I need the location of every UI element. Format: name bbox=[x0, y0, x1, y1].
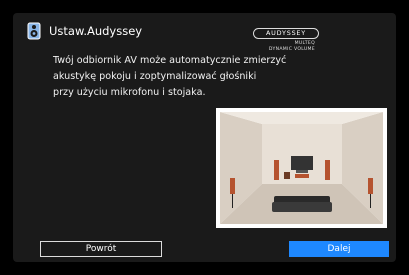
next-button[interactable]: Dalej bbox=[289, 241, 389, 257]
description-line-1: Twój odbiornik AV może automatycznie zmi… bbox=[53, 55, 287, 66]
surround-right-speaker bbox=[368, 178, 373, 194]
surround-left-speaker bbox=[230, 178, 235, 194]
description-line-3: przy użyciu mikrofonu i stojaka. bbox=[53, 87, 206, 98]
page-title: Ustaw.Audyssey bbox=[49, 24, 143, 38]
front-right-speaker bbox=[325, 160, 330, 180]
tv bbox=[291, 156, 313, 170]
back-button[interactable]: Powrót bbox=[40, 241, 162, 257]
subwoofer bbox=[284, 172, 290, 179]
speaker-icon bbox=[27, 22, 41, 40]
audyssey-logo: AUDYSSEY MULTEQ DYNAMIC VOLUME bbox=[253, 28, 343, 54]
description: Twój odbiornik AV może automatycznie zmi… bbox=[53, 53, 353, 101]
room-speaker-setup-illustration bbox=[216, 108, 387, 228]
front-left-speaker bbox=[274, 160, 279, 180]
brand-line1: MULTEQ bbox=[294, 41, 315, 46]
description-line-2: akustykę pokoju i zoptymalizować głośnik… bbox=[53, 71, 257, 82]
brand-line2: DYNAMIC VOLUME bbox=[268, 47, 315, 52]
brand-logo-text: AUDYSSEY bbox=[253, 28, 319, 39]
center-speaker bbox=[295, 174, 309, 178]
